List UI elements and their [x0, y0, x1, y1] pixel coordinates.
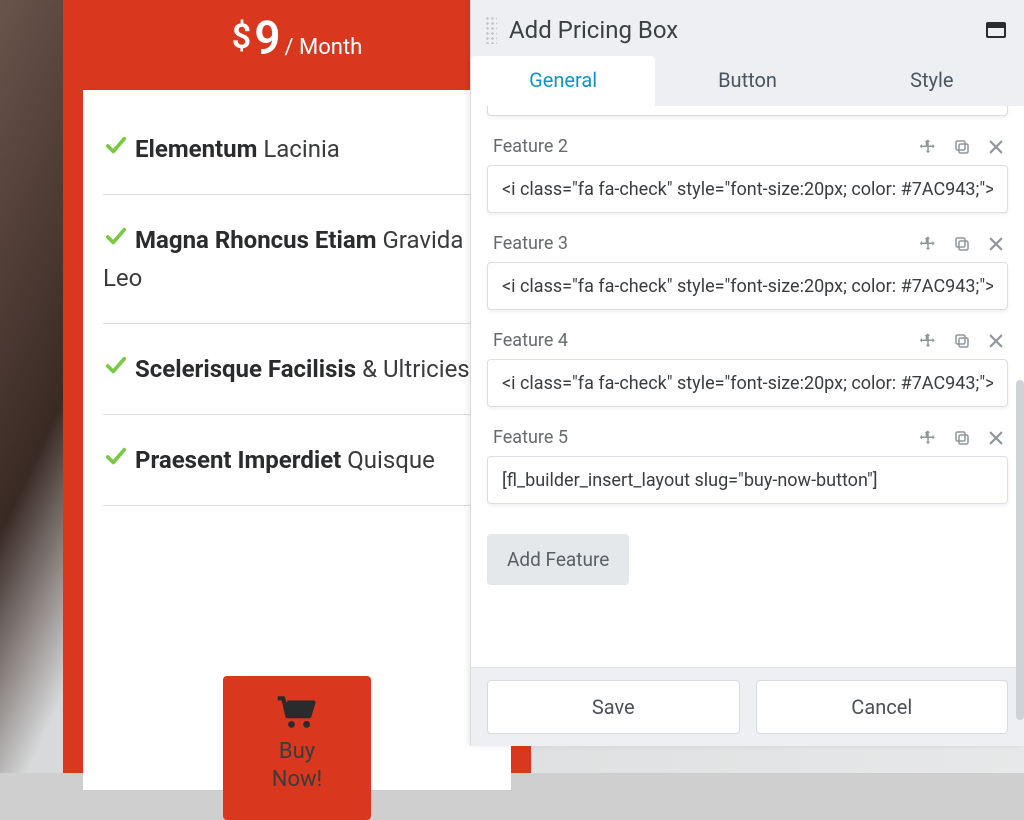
check-icon — [103, 350, 129, 388]
remove-icon[interactable] — [986, 137, 1006, 157]
buy-now-button[interactable]: BuyNow! — [223, 676, 371, 820]
check-icon — [103, 130, 129, 168]
duplicate-icon[interactable] — [952, 137, 972, 157]
settings-tabs: GeneralButtonStyle — [471, 56, 1024, 106]
settings-footer: Save Cancel — [471, 667, 1024, 746]
feature-setting-label: Feature 3 — [493, 233, 918, 254]
price-amount: 9 — [254, 12, 280, 66]
move-icon[interactable] — [918, 428, 938, 448]
feature-value-input[interactable] — [487, 456, 1008, 504]
drag-handle-icon[interactable] — [483, 14, 499, 46]
feature-strong: Praesent Imperdiet — [135, 446, 341, 474]
feature-rest: & Ultricies — [356, 355, 470, 383]
duplicate-icon[interactable] — [952, 234, 972, 254]
feature-row-partial — [487, 106, 1008, 116]
duplicate-icon[interactable] — [952, 331, 972, 351]
pricing-body: Elementum LaciniaMagna Rhoncus Etiam Gra… — [83, 90, 511, 790]
move-icon[interactable] — [918, 137, 938, 157]
check-icon — [103, 441, 129, 479]
feature-value-input[interactable] — [487, 165, 1008, 213]
tab-general[interactable]: General — [471, 56, 655, 106]
feature-value-input[interactable] — [487, 262, 1008, 310]
price-period: / Month — [284, 35, 362, 60]
feature-setting-label: Feature 5 — [493, 427, 918, 448]
buy-now-label: BuyNow! — [233, 738, 361, 794]
check-icon — [103, 221, 129, 259]
maximize-icon[interactable] — [986, 22, 1006, 38]
feature-strong: Magna Rhoncus Etiam — [135, 226, 377, 254]
feature-setting-group: Feature 5 — [487, 427, 1008, 504]
tab-style[interactable]: Style — [840, 56, 1024, 106]
duplicate-icon[interactable] — [952, 428, 972, 448]
pricing-box: $9/ Month Elementum LaciniaMagna Rhoncus… — [63, 0, 531, 773]
feature-setting-group: Feature 4 — [487, 330, 1008, 407]
pricing-feature: Elementum Lacinia — [103, 90, 491, 194]
pricing-feature: Scelerisque Facilisis & Ultricies — [103, 323, 491, 414]
feature-setting-label: Feature 2 — [493, 136, 918, 157]
feature-setting-header: Feature 5 — [487, 427, 1008, 456]
remove-icon[interactable] — [986, 428, 1006, 448]
add-feature-button[interactable]: Add Feature — [487, 534, 629, 585]
tab-button[interactable]: Button — [655, 56, 839, 106]
feature-setting-header: Feature 2 — [487, 136, 1008, 165]
feature-strong: Scelerisque Facilisis — [135, 355, 356, 383]
settings-header: Add Pricing Box — [471, 0, 1024, 56]
cancel-button[interactable]: Cancel — [756, 680, 1009, 734]
settings-panel: Add Pricing Box GeneralButtonStyle Featu… — [470, 0, 1024, 746]
feature-setting-header: Feature 3 — [487, 233, 1008, 262]
cart-icon — [275, 715, 319, 734]
panel-title: Add Pricing Box — [509, 16, 976, 44]
feature-setting-group: Feature 3 — [487, 233, 1008, 310]
feature-strong: Elementum — [135, 135, 257, 163]
feature-setting-label: Feature 4 — [493, 330, 918, 351]
feature-value-input[interactable] — [487, 359, 1008, 407]
scrollbar-thumb[interactable] — [1016, 380, 1024, 720]
save-button[interactable]: Save — [487, 680, 740, 734]
price-currency: $ — [232, 17, 251, 57]
feature-rest: Quisque — [341, 446, 435, 474]
pricing-header: $9/ Month — [63, 0, 531, 90]
move-icon[interactable] — [918, 234, 938, 254]
remove-icon[interactable] — [986, 234, 1006, 254]
feature-rest: Lacinia — [257, 135, 339, 163]
move-icon[interactable] — [918, 331, 938, 351]
feature-setting-header: Feature 4 — [487, 330, 1008, 359]
pricing-feature: Praesent Imperdiet Quisque — [103, 414, 491, 506]
settings-scroll-area[interactable]: Feature 2 Feature 3 Feature 4 Feature 5 Add… — [471, 106, 1024, 667]
feature-setting-group: Feature 2 — [487, 136, 1008, 213]
pricing-feature: Magna Rhoncus Etiam Gravida Leo — [103, 194, 491, 323]
remove-icon[interactable] — [986, 331, 1006, 351]
